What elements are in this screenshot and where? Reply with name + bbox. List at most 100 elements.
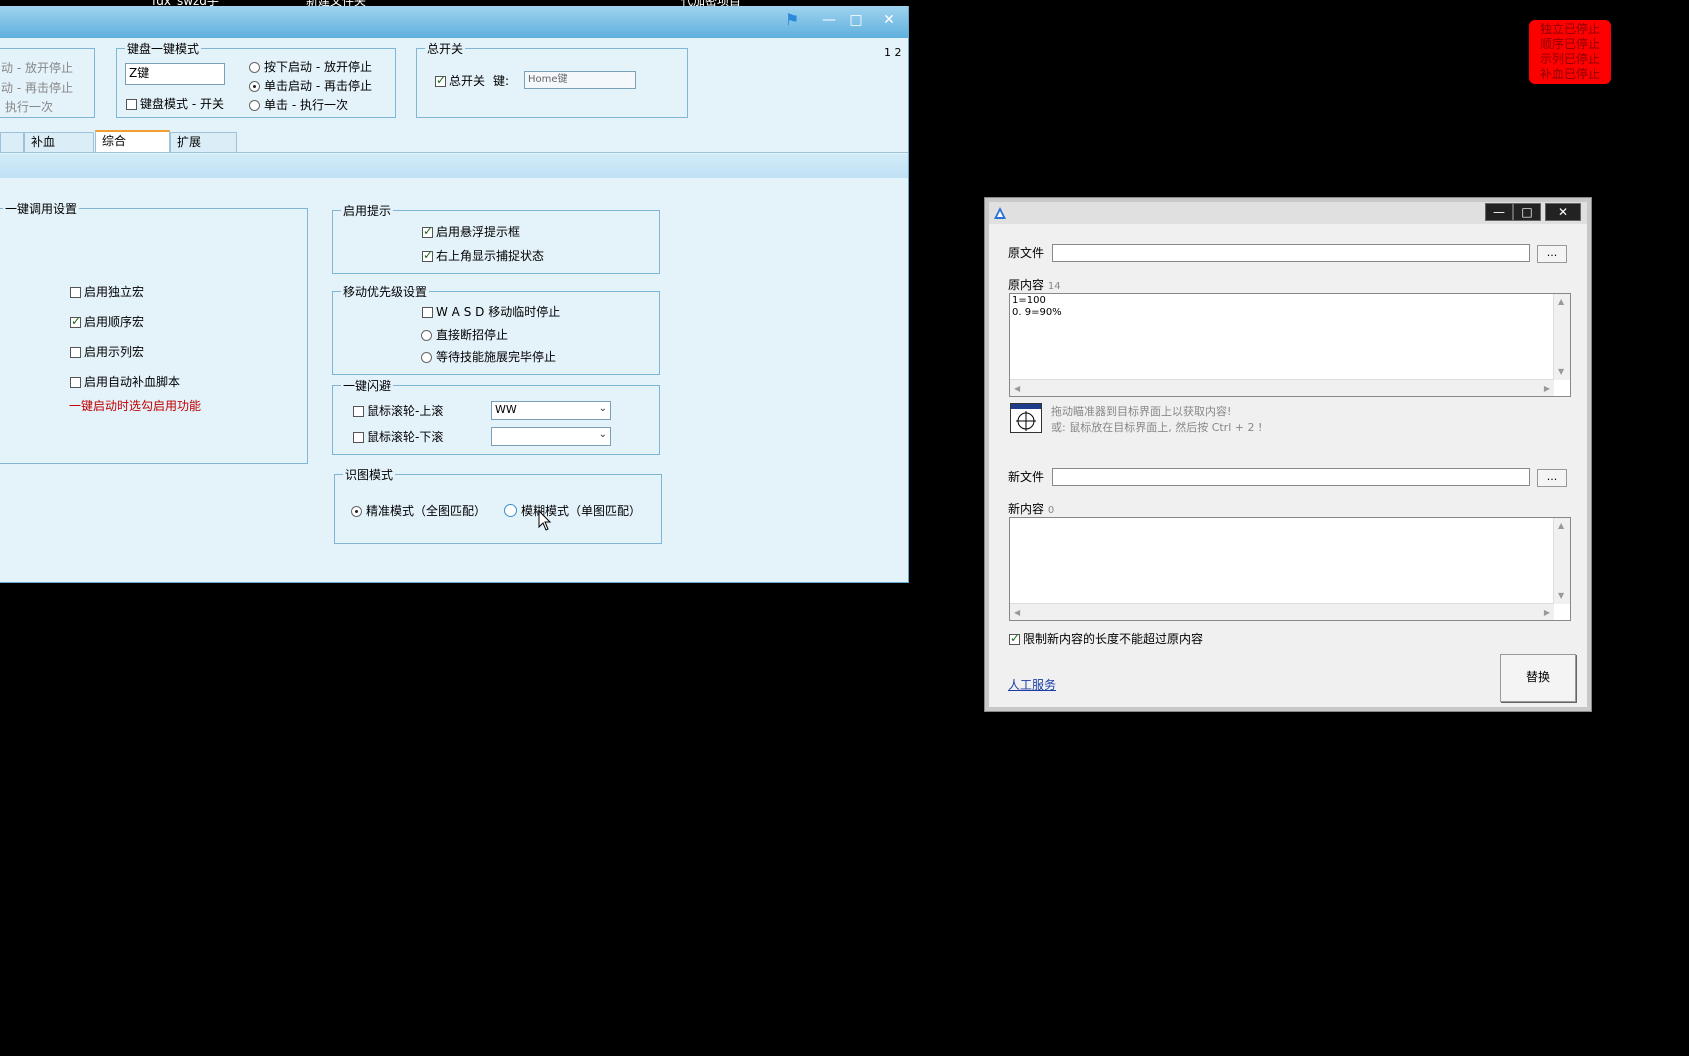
onekey-note: 一键启动时选勾启用功能	[69, 399, 202, 413]
main-window-titlebar[interactable]: ⚑ — □ ✕	[0, 6, 908, 38]
tab-extend[interactable]: 扩展	[170, 132, 237, 152]
checkbox-box[interactable]	[126, 99, 137, 110]
keyboard-onekey-group: 键盘一键模式 Z键 键盘模式 - 开关 按下启动 - 放开停止 单击启动 - 再…	[116, 40, 396, 118]
radio-dot[interactable]	[249, 62, 260, 73]
checkbox-box[interactable]	[422, 307, 433, 318]
close-button[interactable]: ✕	[879, 10, 899, 30]
group-title: 键盘一键模式	[125, 40, 202, 57]
text-replace-dialog: — □ ✕ 原文件 ... 原内容 14 1=100 0. 9=90% ▲ ▼ ◀…	[985, 198, 1591, 711]
app-icon	[994, 207, 1006, 219]
onekey-dodge-group: 一键闪避 鼠标滚轮-上滚 WW ⌄ 鼠标滚轮-下滚 ⌄	[332, 377, 660, 455]
manual-service-link[interactable]: 人工服务	[1008, 676, 1056, 693]
master-switch-checkbox[interactable]: 总开关	[435, 72, 485, 89]
trigger-mode-group: 动 - 放开停止 动 - 再击停止 执行一次	[0, 48, 95, 118]
source-content-textarea[interactable]: 1=100 0. 9=90% ▲ ▼ ◀ ▶	[1009, 293, 1571, 397]
capture-status-box: 独立已停止 顺序已停止 示列已停止 补血已停止	[1529, 20, 1611, 84]
radio-press-start[interactable]: 按下启动 - 放开停止	[249, 58, 372, 75]
checkbox-box[interactable]	[422, 248, 433, 262]
tab-heal[interactable]: 补血	[24, 132, 94, 152]
master-key-input[interactable]: Home键	[524, 71, 636, 89]
status-line: 顺序已停止	[1539, 37, 1600, 51]
radio-dot[interactable]	[421, 330, 432, 341]
show-capture-status-checkbox[interactable]: 右上角显示捕捉状态	[422, 247, 544, 264]
drag-hint-line: 拖动瞄准器到目标界面上以获取内容!	[1051, 405, 1232, 418]
enable-sample-macro-checkbox[interactable]: 启用示列宏	[70, 343, 144, 360]
horizontal-scrollbar[interactable]: ◀ ▶	[1010, 379, 1554, 396]
checkbox-box[interactable]	[1009, 631, 1020, 645]
wheel-up-checkbox[interactable]: 鼠标滚轮-上滚	[353, 402, 443, 419]
wheel-down-select[interactable]: ⌄	[491, 427, 611, 446]
horizontal-scrollbar[interactable]: ◀ ▶	[1010, 603, 1554, 620]
radio-exact-mode[interactable]: 精准模式（全图匹配）	[351, 502, 486, 519]
vertical-scrollbar[interactable]: ▲ ▼	[1553, 518, 1570, 604]
move-priority-group: 移动优先级设置 W A S D 移动临时停止 直接断招停止 等待技能施展完毕停止	[332, 283, 660, 375]
checkbox-box[interactable]	[70, 287, 81, 298]
new-file-input[interactable]	[1052, 468, 1530, 486]
group-title: 识图模式	[343, 466, 396, 483]
replace-button[interactable]: 替换	[1500, 654, 1576, 702]
hotkey-input[interactable]: Z键	[125, 63, 225, 85]
source-file-label: 原文件	[1008, 246, 1045, 260]
drag-hint-line: 或: 鼠标放在目标界面上, 然后按 Ctrl + 2 !	[1051, 421, 1263, 434]
radio-dot[interactable]	[249, 100, 260, 111]
checkbox-box[interactable]	[435, 73, 446, 87]
limit-length-checkbox[interactable]: 限制新内容的长度不能超过原内容	[1009, 630, 1203, 647]
checkbox-box[interactable]	[353, 406, 364, 417]
source-content-count: 14	[1047, 281, 1061, 292]
onekey-call-group: 一键调用设置 启用独立宏 启用顺序宏 启用示列宏 启用自动补血脚本 一键启动时选…	[0, 200, 308, 464]
close-button[interactable]: ✕	[1545, 203, 1581, 221]
radio-dot[interactable]	[249, 81, 260, 92]
trigger-mode-line: 动 - 再击停止	[1, 81, 73, 95]
tab-divider	[0, 152, 908, 153]
radio-dot[interactable]	[421, 352, 432, 363]
status-line: 补血已停止	[1539, 67, 1600, 81]
chevron-down-icon: ⌄	[598, 403, 607, 414]
master-switch-group: 总开关 总开关 键: Home键	[416, 40, 688, 118]
status-line: 示列已停止	[1539, 52, 1600, 66]
minimize-button[interactable]: —	[1485, 203, 1513, 221]
minimize-button[interactable]: —	[819, 10, 839, 30]
trigger-mode-line: 动 - 放开停止	[1, 61, 73, 75]
crosshair-target-icon[interactable]	[1010, 403, 1042, 433]
maximize-button[interactable]: □	[1513, 203, 1541, 221]
checkbox-box[interactable]	[70, 377, 81, 388]
vertical-scrollbar[interactable]: ▲ ▼	[1553, 294, 1570, 380]
tab-header-band	[0, 154, 908, 178]
page-indicator: 1 2	[884, 46, 902, 59]
keyboard-mode-checkbox[interactable]: 键盘模式 - 开关	[126, 95, 224, 112]
radio-click-once[interactable]: 单击 - 执行一次	[249, 96, 348, 113]
trigger-mode-line: 执行一次	[5, 100, 54, 114]
group-title: 移动优先级设置	[341, 283, 430, 300]
dialog-titlebar[interactable]: — □ ✕	[989, 202, 1587, 224]
radio-click-start[interactable]: 单击启动 - 再击停止	[249, 77, 372, 94]
enable-tooltip-checkbox[interactable]: 启用悬浮提示框	[422, 223, 520, 240]
new-file-label: 新文件	[1008, 470, 1045, 484]
checkbox-box[interactable]	[353, 432, 364, 443]
radio-dot[interactable]	[351, 506, 362, 517]
group-title: 总开关	[425, 40, 466, 57]
maximize-button[interactable]: □	[846, 10, 866, 30]
wasd-stop-checkbox[interactable]: W A S D 移动临时停止	[422, 303, 560, 320]
browse-source-button[interactable]: ...	[1537, 245, 1567, 263]
checkbox-box[interactable]	[422, 224, 433, 238]
radio-dot[interactable]	[504, 504, 517, 517]
enable-auto-heal-checkbox[interactable]: 启用自动补血脚本	[70, 373, 180, 390]
wheel-down-checkbox[interactable]: 鼠标滚轮-下滚	[353, 428, 443, 445]
radio-fuzzy-mode[interactable]: 模糊模式（单图匹配）	[504, 502, 641, 519]
wheel-up-select[interactable]: WW ⌄	[491, 401, 611, 420]
new-content-textarea[interactable]: ▲ ▼ ◀ ▶	[1009, 517, 1571, 621]
new-content-count: 0	[1047, 505, 1055, 516]
enable-standalone-macro-checkbox[interactable]: 启用独立宏	[70, 283, 144, 300]
browse-new-button[interactable]: ...	[1537, 469, 1567, 487]
enable-sequence-macro-checkbox[interactable]: 启用顺序宏	[70, 313, 144, 330]
source-content-line: 0. 9=90%	[1012, 307, 1062, 318]
radio-interrupt-stop[interactable]: 直接断招停止	[421, 326, 508, 343]
radio-wait-skill-stop[interactable]: 等待技能施展完毕停止	[421, 348, 556, 365]
tab-hidden[interactable]	[0, 132, 24, 152]
group-title: 启用提示	[341, 202, 394, 219]
checkbox-box[interactable]	[70, 347, 81, 358]
source-file-input[interactable]	[1052, 244, 1530, 262]
checkbox-box[interactable]	[70, 314, 81, 328]
skin-icon[interactable]: ⚑	[782, 10, 802, 30]
tab-general[interactable]: 综合	[95, 130, 170, 152]
